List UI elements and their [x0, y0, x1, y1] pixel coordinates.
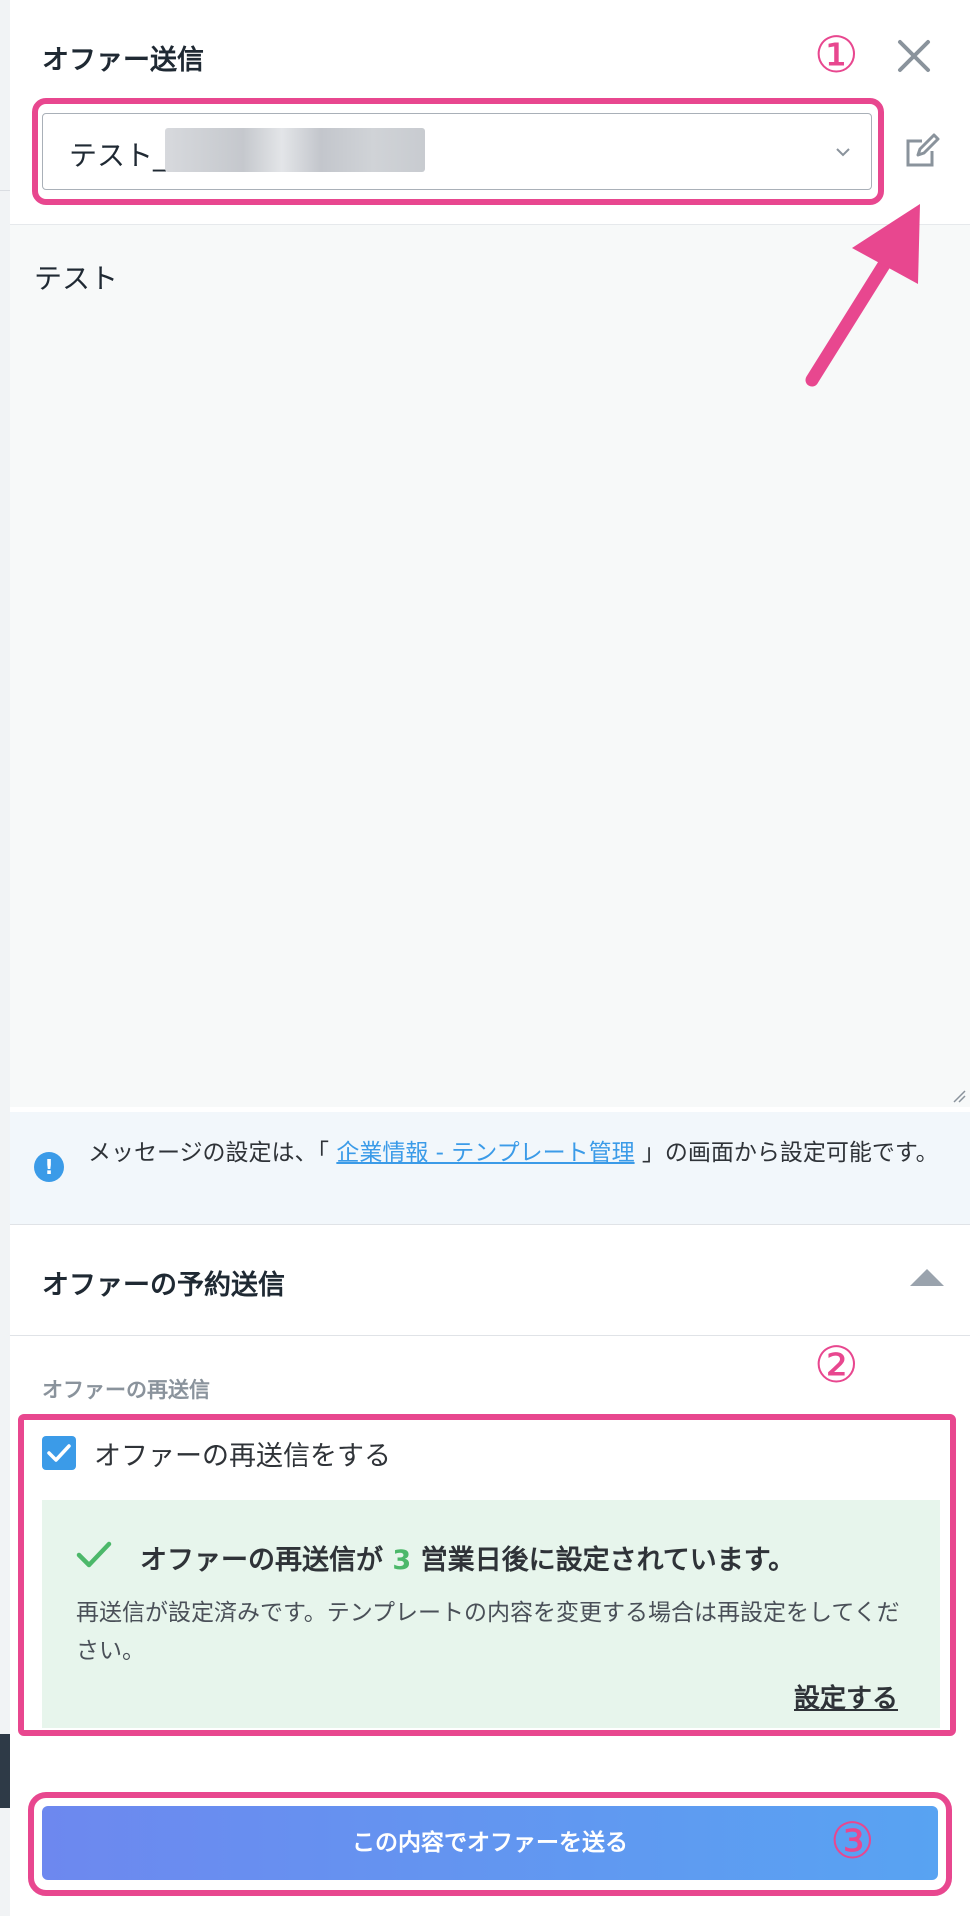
info-text-before: メッセージの設定は、「 — [88, 1140, 330, 1166]
schedule-section-header[interactable]: オファーの予約送信 — [10, 1224, 970, 1336]
resize-handle-icon[interactable] — [952, 1089, 966, 1103]
resend-label: オファーの再送信 — [42, 1378, 210, 1402]
dialog-title: オファー送信 — [42, 45, 204, 76]
info-icon: ! — [34, 1152, 64, 1182]
edit-icon[interactable] — [902, 131, 942, 171]
highlight-box-2 — [18, 1414, 956, 1736]
background-divider — [0, 190, 10, 191]
highlight-box-1 — [32, 98, 884, 205]
annotation-arrow-icon — [805, 204, 920, 387]
info-text: メッセージの設定は、「 企業情報 - テンプレート管理 」の画面から設定可能です… — [88, 1134, 958, 1172]
background-dark-element — [0, 1734, 10, 1808]
annotation-marker-1: ① — [814, 26, 859, 84]
close-icon[interactable] — [894, 36, 934, 76]
message-body: テスト — [34, 262, 119, 295]
template-management-link[interactable]: 企業情報 - テンプレート管理 — [336, 1140, 634, 1166]
background-page-edge — [0, 0, 10, 1916]
annotation-marker-2: ② — [814, 1336, 859, 1394]
schedule-section-title: オファーの予約送信 — [42, 1270, 285, 1301]
highlight-box-3 — [28, 1792, 952, 1896]
info-text-after: 」の画面から設定可能です。 — [641, 1140, 939, 1166]
annotation-marker-3: ③ — [830, 1812, 875, 1870]
triangle-up-icon[interactable] — [910, 1269, 944, 1286]
info-notice: ! メッセージの設定は、「 企業情報 - テンプレート管理 」の画面から設定可能… — [10, 1112, 970, 1224]
